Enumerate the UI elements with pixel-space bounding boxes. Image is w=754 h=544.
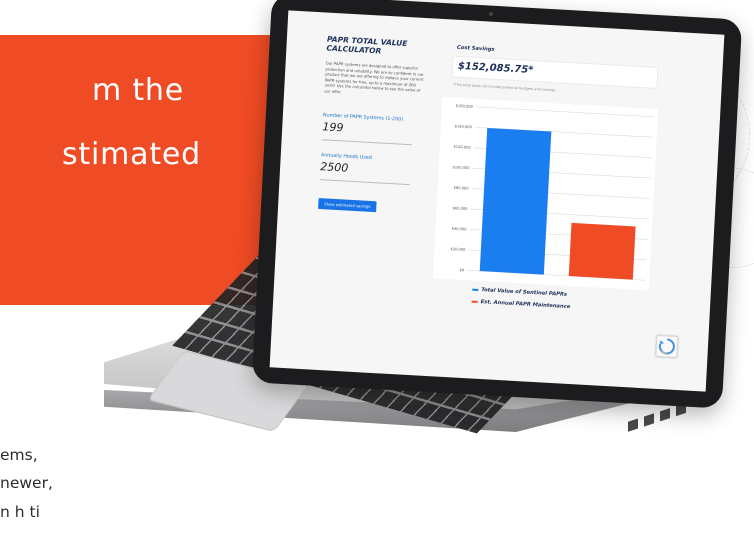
laptop-illustration: PAPR TOTAL VALUE CALCULATOR Our PAPR sys… (0, 0, 754, 544)
laptop-ports (628, 402, 688, 432)
calculator-description: Our PAPR systems are designed to offer s… (324, 60, 424, 95)
y-tick-label: $60,000 (453, 206, 469, 211)
laptop-screen: PAPR TOTAL VALUE CALCULATOR Our PAPR sys… (269, 10, 725, 392)
page: m the stimated ems, newer, n h ti PAPR T… (0, 0, 754, 544)
bar-2 (568, 222, 636, 280)
savings-chart: $0$20,000$40,000$60,000$80,000$100,000$1… (432, 96, 659, 291)
cost-savings-label: Cost Savings (456, 44, 495, 53)
legend-label-1: Total Value of Sentinel PAPRs (481, 287, 568, 298)
bar-1 (479, 127, 552, 275)
legend-swatch-orange (471, 300, 478, 303)
show-savings-button[interactable]: Show estimated savings (318, 198, 377, 213)
hoods-used-underline (319, 179, 410, 186)
calculator-title: PAPR TOTAL VALUE CALCULATOR (326, 34, 408, 56)
y-tick-label: $20,000 (450, 247, 466, 252)
papr-systems-input[interactable]: 199 (322, 120, 344, 134)
legend-item-2: Est. Annual PAPR Maintenance (471, 299, 570, 310)
legend-swatch-blue (472, 288, 479, 291)
y-tick-label: $40,000 (451, 227, 467, 232)
hoods-used-input[interactable]: 2500 (320, 160, 349, 175)
camera-icon (489, 12, 493, 16)
legend-label-2: Est. Annual PAPR Maintenance (480, 299, 571, 311)
cost-savings-note: *This total does not include potential b… (452, 82, 557, 93)
papr-systems-underline (321, 139, 412, 146)
recaptcha-badge[interactable] (655, 334, 679, 359)
recaptcha-icon (658, 338, 675, 355)
y-tick-label: $80,000 (454, 186, 470, 191)
legend-item-1: Total Value of Sentinel PAPRs (472, 287, 567, 298)
